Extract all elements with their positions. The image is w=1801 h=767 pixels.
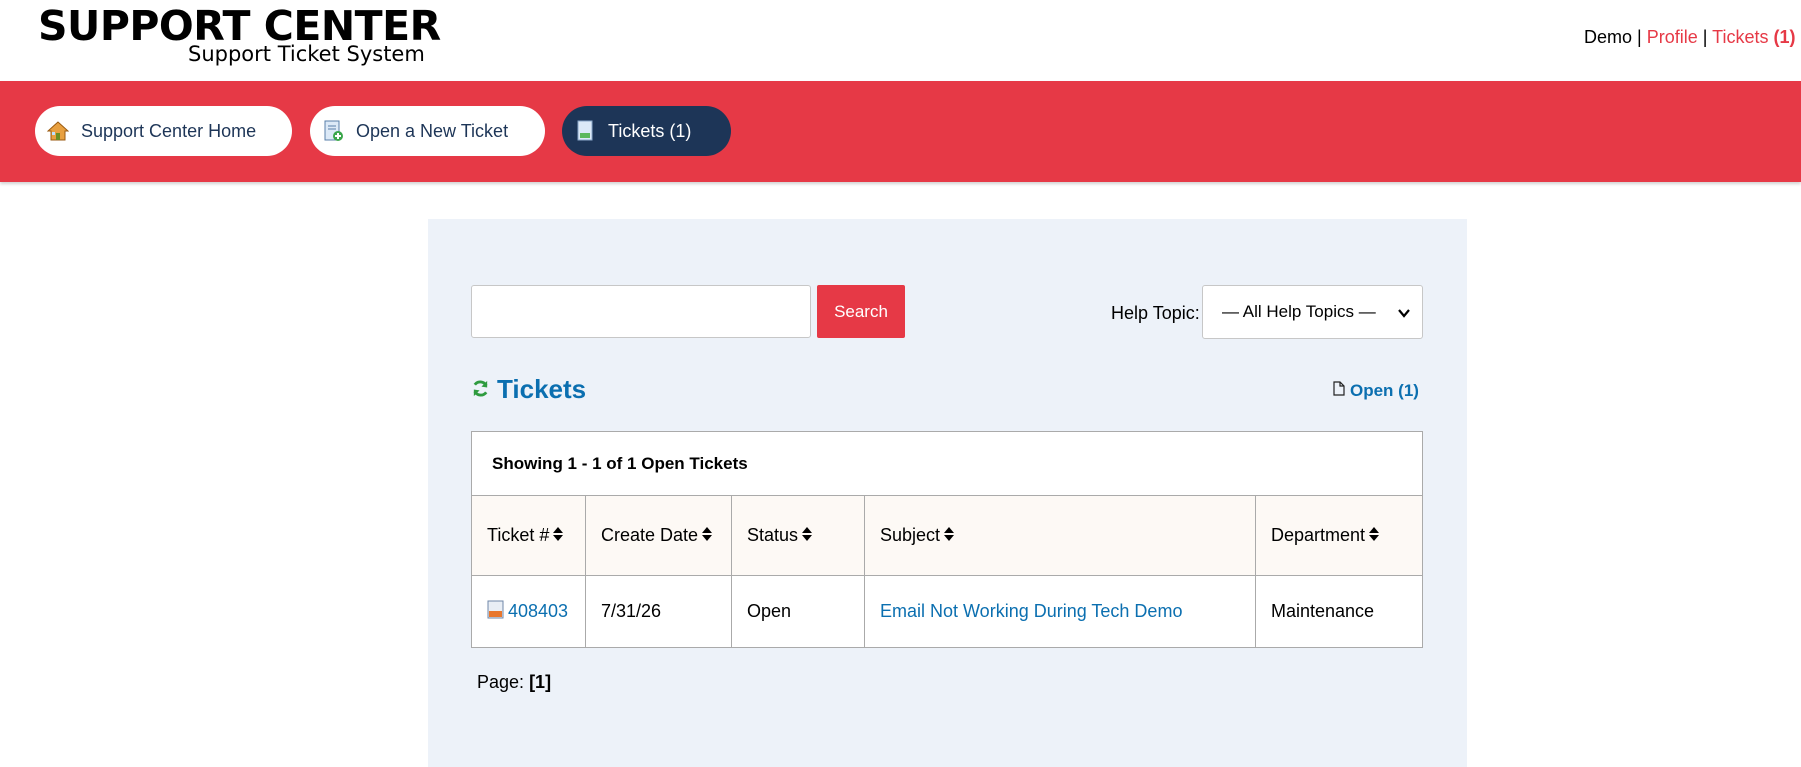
column-header-status[interactable]: Status: [731, 495, 865, 576]
nav-label: Support Center Home: [81, 120, 257, 141]
user-name: Demo: [1584, 27, 1633, 47]
separator: |: [1702, 27, 1708, 47]
table-caption: Showing 1 - 1 of 1 Open Tickets: [471, 431, 1423, 496]
new-ticket-icon: [322, 120, 344, 142]
tickets-link-count: (1): [1773, 27, 1796, 47]
home-icon: [46, 120, 70, 142]
main-nav: Support Center Home Open a New Ticket Ti…: [0, 81, 1801, 182]
column-header-department[interactable]: Department: [1255, 495, 1423, 576]
department-cell: Maintenance: [1255, 575, 1423, 648]
nav-support-center-home[interactable]: Support Center Home: [35, 106, 292, 156]
table-row: 408403 7/31/26 Open Email Not Working Du…: [471, 575, 1423, 648]
ticket-subject-link[interactable]: Email Not Working During Tech Demo: [880, 601, 1182, 621]
user-links: Demo | Profile | Tickets (1) -: [1584, 27, 1801, 48]
nav-label: Tickets (1): [608, 120, 692, 141]
tickets-panel: Search Help Topic: — All Help Topics — T…: [428, 219, 1467, 767]
table-header-row: Ticket # Create Date Status Subject Depa…: [471, 495, 1423, 576]
pagination: Page: [1]: [477, 672, 551, 693]
help-topic-select[interactable]: — All Help Topics —: [1202, 285, 1423, 339]
status-cell: Open: [731, 575, 865, 648]
subject-cell: Email Not Working During Tech Demo: [864, 575, 1256, 648]
tickets-link[interactable]: Tickets (1): [1712, 27, 1795, 47]
column-label: Department: [1271, 524, 1366, 545]
sort-icon: [802, 525, 813, 546]
file-icon: [1333, 381, 1345, 401]
column-label: Status: [747, 524, 799, 545]
search-input[interactable]: [471, 285, 811, 338]
nav-label: Open a New Ticket: [356, 120, 509, 141]
help-topic-label: Help Topic:: [1111, 303, 1200, 323]
nav-open-new-ticket[interactable]: Open a New Ticket: [310, 106, 545, 156]
column-header-subject[interactable]: Subject: [864, 495, 1256, 576]
help-topic-value: — All Help Topics —: [1222, 302, 1376, 321]
nav-tickets[interactable]: Tickets (1): [562, 106, 731, 156]
profile-link[interactable]: Profile: [1647, 27, 1698, 47]
tickets-heading: Tickets: [471, 374, 586, 405]
tickets-icon: [574, 120, 596, 142]
refresh-icon[interactable]: [471, 374, 490, 405]
site-header: SUPPORT CENTER Support Ticket System Dem…: [0, 0, 1801, 80]
chevron-down-icon: [1398, 305, 1410, 325]
sort-icon: [1369, 525, 1380, 546]
tickets-table: Showing 1 - 1 of 1 Open Tickets Ticket #…: [471, 431, 1423, 648]
column-label: Ticket #: [487, 524, 550, 545]
tickets-link-label: Tickets: [1712, 27, 1769, 47]
page-label: Page:: [477, 672, 525, 692]
ticket-number-cell: 408403: [471, 575, 586, 648]
column-label: Subject: [880, 524, 941, 545]
sort-icon: [553, 525, 564, 546]
site-logo[interactable]: SUPPORT CENTER Support Ticket System: [38, 4, 441, 66]
current-page[interactable]: [1]: [529, 672, 551, 692]
ticket-number-link[interactable]: 408403: [508, 600, 568, 620]
open-tickets-label: Open (1): [1350, 381, 1419, 400]
search-button[interactable]: Search: [817, 285, 905, 338]
column-header-create-date[interactable]: Create Date: [585, 495, 732, 576]
open-tickets-filter[interactable]: Open (1): [1333, 381, 1419, 401]
separator: |: [1637, 27, 1642, 47]
tickets-heading-text[interactable]: Tickets: [497, 374, 586, 405]
sort-icon: [702, 525, 713, 546]
column-header-ticket[interactable]: Ticket #: [471, 495, 586, 576]
sort-icon: [944, 525, 955, 546]
logo-subtitle: Support Ticket System: [188, 42, 425, 66]
create-date-cell: 7/31/26: [585, 575, 732, 648]
ticket-file-icon: [487, 600, 504, 624]
column-label: Create Date: [601, 524, 699, 545]
